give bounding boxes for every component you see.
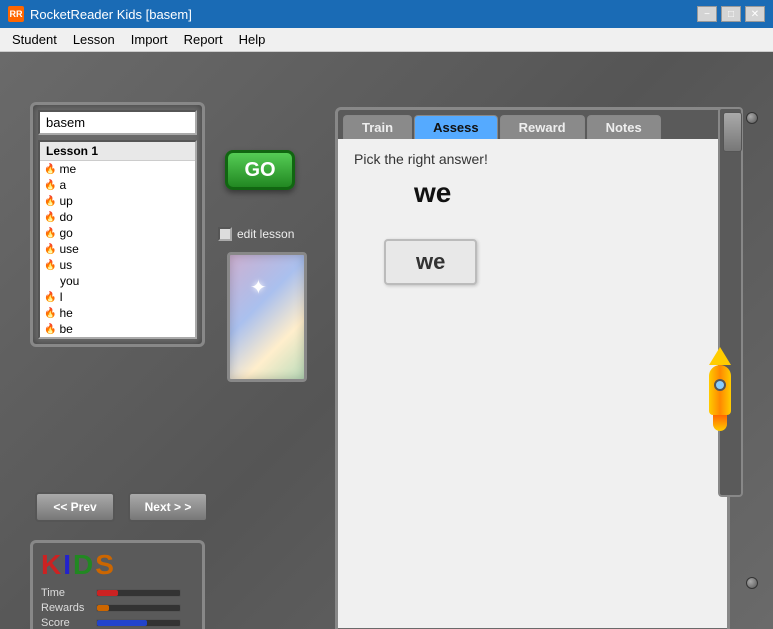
rewards-stat-row: Rewards bbox=[41, 602, 194, 614]
score-stat-row: Score bbox=[41, 617, 194, 629]
window-title: RocketReader Kids [basem] bbox=[30, 7, 192, 22]
word-list-item[interactable]: 🔥use bbox=[40, 241, 195, 257]
time-label: Time bbox=[41, 587, 96, 599]
time-stat-row: Time bbox=[41, 587, 194, 599]
tab-notes[interactable]: Notes bbox=[587, 115, 661, 139]
instruction-text: Pick the right answer! bbox=[354, 151, 711, 167]
tab-reward[interactable]: Reward bbox=[500, 115, 585, 139]
word-text: up bbox=[59, 194, 72, 208]
flame-icon: 🔥 bbox=[44, 196, 56, 207]
tab-bar: Train Assess Reward Notes bbox=[338, 110, 727, 139]
flame-icon: 🔥 bbox=[44, 308, 56, 319]
window-controls: − □ ✕ bbox=[697, 6, 765, 22]
word-text: us bbox=[59, 258, 72, 272]
word-list-item[interactable]: 🔥up bbox=[40, 193, 195, 209]
kids-panel: KIDS Time Rewards Score bbox=[30, 540, 205, 629]
word-list-item[interactable]: 🔥I bbox=[40, 289, 195, 305]
time-bar-bg bbox=[96, 589, 181, 597]
rocket-nose bbox=[709, 347, 731, 365]
stars-decoration: ✦ bbox=[250, 275, 267, 300]
content-area: Pick the right answer! we we bbox=[338, 139, 727, 628]
word-text: be bbox=[59, 322, 72, 336]
menu-import[interactable]: Import bbox=[123, 30, 176, 49]
edit-lesson-area: edit lesson bbox=[218, 227, 294, 241]
tab-train[interactable]: Train bbox=[343, 115, 412, 139]
word-list-item[interactable]: 🔥me bbox=[40, 161, 195, 177]
kids-d-letter: D bbox=[73, 549, 95, 580]
flame-icon: 🔥 bbox=[44, 292, 56, 303]
minimize-button[interactable]: − bbox=[697, 6, 717, 22]
answer-button[interactable]: we bbox=[384, 239, 477, 285]
flame-icon: 🔥 bbox=[44, 212, 56, 223]
score-bar-bg bbox=[96, 619, 181, 627]
scroll-thumb[interactable] bbox=[723, 112, 742, 152]
rocket-body bbox=[709, 365, 731, 415]
edit-lesson-checkbox[interactable] bbox=[218, 227, 232, 241]
bolt-decoration bbox=[746, 577, 758, 589]
menu-help[interactable]: Help bbox=[231, 30, 274, 49]
title-bar-left: RR RocketReader Kids [basem] bbox=[8, 6, 192, 22]
kids-logo: KIDS bbox=[41, 549, 194, 581]
right-scrollbar[interactable] bbox=[718, 107, 743, 497]
word-text: you bbox=[60, 274, 79, 288]
username-display: basem bbox=[38, 110, 197, 135]
flame-icon: 🔥 bbox=[44, 244, 56, 255]
word-list-item[interactable]: 🔥a bbox=[40, 177, 195, 193]
kids-k-letter: K bbox=[41, 549, 63, 580]
time-bar-fill bbox=[97, 590, 118, 596]
word-text: I bbox=[59, 290, 62, 304]
rewards-label: Rewards bbox=[41, 602, 96, 614]
lesson-header: Lesson 1 bbox=[40, 142, 195, 161]
lesson-image: ✦ bbox=[227, 252, 307, 382]
word-list: 🔥me🔥a🔥up🔥do🔥go🔥use🔥usyou🔥I🔥he🔥be bbox=[40, 161, 195, 337]
flame-icon: 🔥 bbox=[44, 228, 56, 239]
edit-lesson-label: edit lesson bbox=[237, 227, 294, 241]
flame-icon: 🔥 bbox=[44, 164, 56, 175]
lesson-list: Lesson 1 🔥me🔥a🔥up🔥do🔥go🔥use🔥usyou🔥I🔥he🔥b… bbox=[38, 140, 197, 339]
word-list-item[interactable]: 🔥do bbox=[40, 209, 195, 225]
word-text: use bbox=[59, 242, 78, 256]
next-button[interactable]: Next > > bbox=[128, 492, 208, 522]
word-text: do bbox=[59, 210, 72, 224]
kids-s-letter: S bbox=[95, 549, 116, 580]
rocket-window bbox=[714, 379, 726, 391]
kids-i-letter: I bbox=[63, 549, 73, 580]
word-list-item[interactable]: you bbox=[40, 273, 195, 289]
close-button[interactable]: ✕ bbox=[745, 6, 765, 22]
menu-lesson[interactable]: Lesson bbox=[65, 30, 123, 49]
bolt-decoration bbox=[746, 112, 758, 124]
menu-student[interactable]: Student bbox=[4, 30, 65, 49]
tab-assess[interactable]: Assess bbox=[414, 115, 498, 139]
word-text: a bbox=[59, 178, 66, 192]
score-bar-fill bbox=[97, 620, 147, 626]
app-icon: RR bbox=[8, 6, 24, 22]
word-text: he bbox=[59, 306, 72, 320]
right-panel: Train Assess Reward Notes Pick the right… bbox=[335, 107, 730, 629]
word-display: we bbox=[414, 177, 711, 209]
word-list-item[interactable]: 🔥go bbox=[40, 225, 195, 241]
maximize-button[interactable]: □ bbox=[721, 6, 741, 22]
rocket-flame bbox=[713, 415, 727, 431]
word-list-item[interactable]: 🔥be bbox=[40, 321, 195, 337]
flame-icon: 🔥 bbox=[44, 324, 56, 335]
rewards-bar-bg bbox=[96, 604, 181, 612]
score-label: Score bbox=[41, 617, 96, 629]
title-bar: RR RocketReader Kids [basem] − □ ✕ bbox=[0, 0, 773, 28]
rewards-bar-fill bbox=[97, 605, 109, 611]
rocket-decoration bbox=[705, 347, 735, 417]
menu-report[interactable]: Report bbox=[176, 30, 231, 49]
go-button[interactable]: GO bbox=[225, 150, 295, 190]
word-list-item[interactable]: 🔥us bbox=[40, 257, 195, 273]
main-area: basem Lesson 1 🔥me🔥a🔥up🔥do🔥go🔥use🔥usyou🔥… bbox=[0, 52, 773, 629]
left-panel: basem Lesson 1 🔥me🔥a🔥up🔥do🔥go🔥use🔥usyou🔥… bbox=[30, 102, 205, 347]
menu-bar: Student Lesson Import Report Help bbox=[0, 28, 773, 52]
flame-icon: 🔥 bbox=[44, 180, 56, 191]
word-text: me bbox=[59, 162, 76, 176]
word-text: go bbox=[59, 226, 72, 240]
word-list-item[interactable]: 🔥he bbox=[40, 305, 195, 321]
flame-icon: 🔥 bbox=[44, 260, 56, 271]
prev-button[interactable]: << Prev bbox=[35, 492, 115, 522]
